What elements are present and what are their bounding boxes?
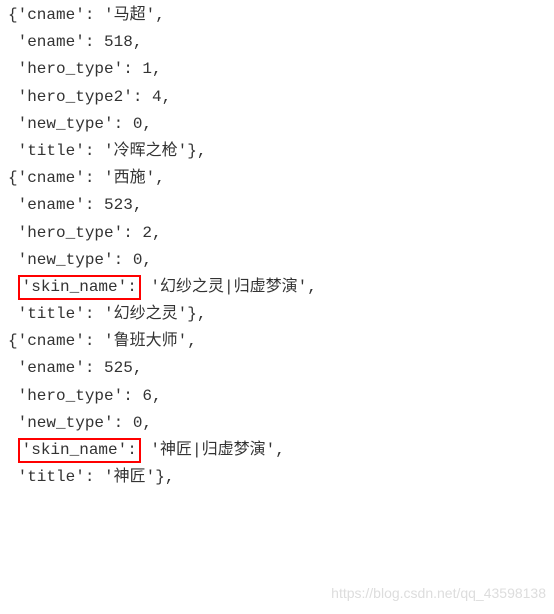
code-line: 'new_type': 0,	[8, 111, 546, 138]
code-line: 'title': '神匠'},	[8, 464, 546, 491]
code-line: 'title': '幻纱之灵'},	[8, 301, 546, 328]
code-line: 'hero_type': 6,	[8, 383, 546, 410]
code-line: {'cname': '西施',	[8, 165, 546, 192]
highlighted-key: 'skin_name':	[18, 275, 141, 300]
code-line: 'skin_name': '幻纱之灵|归虚梦演',	[8, 274, 546, 301]
watermark: https://blog.csdn.net/qq_43598138	[331, 582, 546, 606]
code-line: 'hero_type': 1,	[8, 56, 546, 83]
code-line: 'ename': 523,	[8, 192, 546, 219]
code-line: 'title': '冷晖之枪'},	[8, 138, 546, 165]
highlighted-key: 'skin_name':	[18, 438, 141, 463]
code-line: 'new_type': 0,	[8, 410, 546, 437]
code-block: {'cname': '马超', 'ename': 518, 'hero_type…	[0, 0, 554, 493]
code-line: 'skin_name': '神匠|归虚梦演',	[8, 437, 546, 464]
code-line: 'hero_type': 2,	[8, 220, 546, 247]
code-line: 'new_type': 0,	[8, 247, 546, 274]
code-line: 'hero_type2': 4,	[8, 84, 546, 111]
code-line: 'ename': 525,	[8, 355, 546, 382]
code-line: 'ename': 518,	[8, 29, 546, 56]
code-line: {'cname': '鲁班大师',	[8, 328, 546, 355]
code-line: {'cname': '马超',	[8, 2, 546, 29]
